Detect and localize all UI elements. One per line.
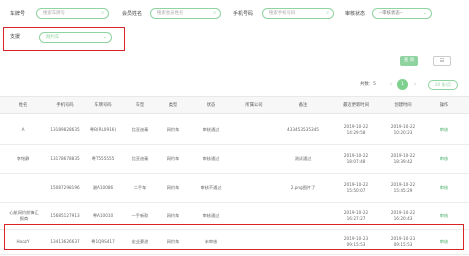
review-link[interactable]: 审核 — [426, 156, 462, 162]
cell-remark: 433453535345 — [287, 127, 319, 132]
query-button[interactable]: 查 询 — [400, 56, 418, 66]
table-row: 15087298196 湘A10086 二手车 网约车 审核不通过 2.png图… — [0, 174, 469, 203]
cell-status: 审核通过 — [202, 127, 220, 132]
cell-model: 一手新款 — [131, 213, 149, 218]
pagination-current[interactable]: 1 — [397, 79, 408, 90]
review-link[interactable]: 审核 — [426, 213, 462, 219]
cell-type: 网约车 — [166, 185, 180, 190]
cell-plate: 湘A10086 — [92, 185, 114, 190]
cell-plate: 粤A10010 — [92, 213, 114, 218]
cell-phone: 15087298196 — [50, 185, 80, 190]
cell-status: 审核不通过 — [200, 185, 222, 190]
search-icon: ⌕ — [326, 10, 329, 16]
pagination-prev[interactable]: ‹ — [387, 80, 395, 90]
search-icon: ⌕ — [213, 10, 216, 16]
cell-created: 2019-10-22 18:39:42 — [390, 153, 416, 164]
col-company: 所属公司 — [245, 103, 263, 108]
page-size-select[interactable]: 10 条/页 — [428, 80, 458, 90]
cell-phone: 13189828635 — [50, 127, 80, 132]
cell-plate: 粤B(RL0916) — [89, 127, 117, 132]
cell-status: 审核通过 — [202, 213, 220, 218]
cell-updated: 2019-10-22 15:50:07 — [343, 182, 369, 193]
row-highlight — [4, 224, 464, 250]
review-link[interactable]: 审核 — [426, 185, 462, 191]
cell-name: A — [21, 127, 25, 132]
grid-icon[interactable]: ☷ — [433, 56, 451, 66]
cell-remark: 测试通过 — [294, 156, 312, 161]
branch-label: 支援 — [10, 34, 21, 40]
cell-created: 2019-10-22 15:45:29 — [390, 182, 416, 193]
review-link[interactable]: 审核 — [426, 127, 462, 133]
table-row: 李铭静 13178678835 粤T555555 比亚迪秦 网约车 审核通过 测… — [0, 145, 469, 174]
col-name: 姓名 — [18, 103, 28, 108]
cell-plate: 粤T555555 — [91, 156, 115, 161]
col-status: 状态 — [206, 103, 216, 108]
member-label: 会员姓名 — [122, 11, 143, 17]
col-remark: 备注 — [298, 103, 308, 108]
col-type: 类型 — [168, 103, 178, 108]
col-updated: 最近更新时间 — [343, 103, 369, 108]
table-row: A 13189828635 粤B(RL0916) 比亚迪秦 网约车 审核通过 4… — [0, 116, 469, 145]
cell-type: 网约车 — [166, 127, 180, 132]
cell-updated: 2019-10-22 16:27:27 — [343, 210, 369, 221]
phone-label: 手机号码 — [233, 11, 254, 17]
search-icon: ⌕ — [101, 10, 104, 16]
cell-created: 2019-10-22 10:20:23 — [390, 124, 416, 135]
cell-phone: 15685127913 — [50, 213, 80, 218]
cell-type: 网约车 — [166, 213, 180, 218]
cell-updated: 2019-10-22 18:07:48 — [343, 153, 369, 164]
col-phone: 手机号码 — [56, 103, 74, 108]
plate-label: 车牌号 — [10, 11, 26, 17]
plate-search-input[interactable]: 搜索车牌号 ⌕ — [36, 8, 109, 19]
pagination-total: 共数：5 — [360, 82, 376, 87]
cell-phone: 13178678835 — [50, 156, 80, 161]
chevron-down-icon: ⌄ — [422, 10, 427, 16]
cell-status: 审核通过 — [202, 156, 220, 161]
branch-select[interactable]: 网约车 ⌄ — [39, 32, 112, 43]
col-action: 操作 — [439, 103, 449, 108]
col-created: 创建时间 — [394, 103, 412, 108]
cell-type: 网约车 — [166, 156, 180, 161]
cell-model: 比亚迪秦 — [131, 156, 149, 161]
member-search-input[interactable]: 搜索会员姓名 ⌕ — [150, 8, 221, 19]
col-model: 车型 — [135, 103, 145, 108]
cell-model: 二手车 — [133, 185, 147, 190]
cell-remark: 2.png图片了 — [290, 185, 316, 190]
cell-updated: 2019-10-22 14:29:58 — [343, 124, 369, 135]
cell-name: 心航网约前锋汇报商 — [9, 210, 39, 221]
phone-search-input[interactable]: 搜索手机号码 ⌕ — [262, 8, 334, 19]
pagination-next[interactable]: › — [411, 80, 419, 90]
cell-name: 李铭静 — [16, 156, 30, 161]
review-status-label: 审核状态 — [345, 11, 366, 17]
cell-model: 比亚迪秦 — [131, 127, 149, 132]
filter-panel: 车牌号 搜索车牌号 ⌕ 会员姓名 搜索会员姓名 ⌕ 手机号码 搜索手机号码 ⌕ … — [0, 0, 469, 58]
review-status-select[interactable]: --审核状态-- ⌄ — [372, 8, 432, 19]
col-plate: 车牌号码 — [94, 103, 112, 108]
table-header: 姓名 手机号码 车牌号码 车型 类型 状态 所属公司 备注 最近更新时间 创建时… — [0, 96, 469, 114]
chevron-down-icon: ⌄ — [102, 34, 107, 40]
cell-created: 2019-10-22 16:20:43 — [390, 210, 416, 221]
